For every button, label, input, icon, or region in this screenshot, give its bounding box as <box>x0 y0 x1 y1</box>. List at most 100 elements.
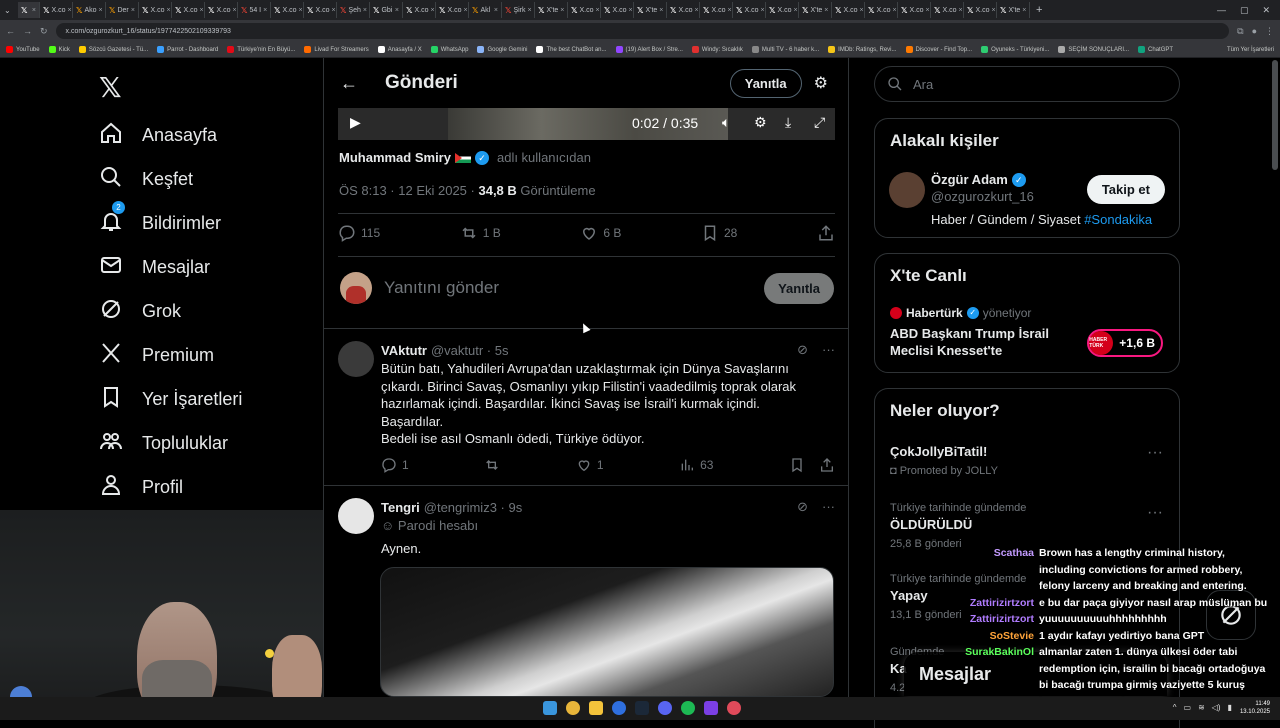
nav-item-grok[interactable]: Grok <box>99 297 181 326</box>
browser-tab[interactable]: 𝕏 X.co × <box>205 2 238 18</box>
minimize-icon[interactable]: — <box>1217 5 1226 16</box>
chevron-up-icon[interactable]: ^ <box>1173 703 1177 712</box>
close-tab-icon[interactable]: × <box>1022 7 1026 14</box>
settings-sliders-icon[interactable]: ⚙ <box>814 73 828 93</box>
bookmark-item[interactable]: Oyuneks - Türkiyeni... <box>981 46 1049 53</box>
wifi-icon[interactable]: ≋ <box>1198 703 1205 712</box>
browser-tab[interactable]: 𝕏 X'te × <box>634 2 667 18</box>
browser-tab[interactable]: 𝕏 X'te × <box>535 2 568 18</box>
browser-tab[interactable]: 𝕏 X.co × <box>865 2 898 18</box>
more-icon[interactable]: ··· <box>1147 504 1163 522</box>
browser-tab[interactable]: 𝕏 Akl × <box>469 2 502 18</box>
browser-tab[interactable]: 𝕏 X.co × <box>139 2 172 18</box>
close-tab-icon[interactable]: × <box>958 7 962 14</box>
author-handle[interactable]: @vaktutr · 5s <box>431 343 509 358</box>
tweet-media[interactable] <box>380 567 834 697</box>
forward-nav-icon[interactable]: → <box>23 26 32 36</box>
close-tab-icon[interactable]: × <box>166 7 170 14</box>
more-icon[interactable]: ··· <box>822 342 835 358</box>
browser-tab[interactable]: 𝕏 Gbi × <box>370 2 403 18</box>
bookmark-item[interactable]: Google Gemini <box>477 46 527 53</box>
more-icon[interactable]: ··· <box>822 499 835 515</box>
close-tab-icon[interactable]: × <box>528 7 532 14</box>
like-action[interactable]: 1 <box>576 457 604 473</box>
bookmark-item[interactable]: Parrot - Dashboard <box>157 46 218 53</box>
browser-tab[interactable]: 𝕏 X.co × <box>931 2 964 18</box>
repost-action[interactable]: 1 B <box>460 224 501 242</box>
bookmark-item[interactable]: The best ChatBot an... <box>536 46 607 53</box>
close-tab-icon[interactable]: × <box>694 7 698 14</box>
share-icon[interactable] <box>819 457 835 473</box>
close-tab-icon[interactable]: × <box>824 7 828 14</box>
windows-start-icon[interactable] <box>543 701 557 715</box>
author-name[interactable]: VAktutr <box>381 343 427 358</box>
hashtag-link[interactable]: #Sondakika <box>1084 212 1152 227</box>
fullscreen-icon[interactable]: ⤢ <box>814 114 825 131</box>
reply-action[interactable]: 115 <box>338 224 380 242</box>
live-host[interactable]: Habertürk ✓ yönetiyor <box>890 306 1031 320</box>
browser-tab[interactable]: 𝕏 X.co × <box>271 2 304 18</box>
nav-item-bookmark[interactable]: Yer İşaretleri <box>99 385 242 414</box>
bookmark-item[interactable]: Windy: Sıcaklık <box>691 46 743 53</box>
obs-icon[interactable] <box>704 701 718 715</box>
grok-icon[interactable]: ⊘ <box>797 499 808 515</box>
bookmark-item[interactable]: WhatsApp <box>430 46 468 53</box>
video-player[interactable]: ▶ 0:02 / 0:35 🔈︎ ⚙ ⤓ ⤢ <box>338 108 835 140</box>
extensions-icon[interactable]: ⧉ <box>1237 26 1243 37</box>
network-icon[interactable]: ▭ <box>1184 703 1192 712</box>
reply-tweet[interactable]: Tengri @tengrimiz3 · 9s ⊘ ··· ☺ Parodi he… <box>338 498 835 568</box>
all-bookmarks-button[interactable]: Tüm Yer İşaretleri <box>1227 47 1274 53</box>
maximize-icon[interactable]: ▢ <box>1240 5 1249 16</box>
spotify-icon[interactable] <box>681 701 695 715</box>
browser-tab[interactable]: 𝕏 X.co × <box>667 2 700 18</box>
browser-tab[interactable]: 𝕏 Şirk × <box>502 2 535 18</box>
bookmark-item[interactable]: IMDb: Ratings, Revi... <box>828 46 897 53</box>
menu-icon[interactable]: ⋮ <box>1265 26 1274 37</box>
nav-item-x[interactable]: Premium <box>99 341 214 370</box>
folder-icon[interactable] <box>589 701 603 715</box>
back-nav-icon[interactable]: ← <box>6 26 15 36</box>
nav-item-bell[interactable]: 2 Bildirimler <box>99 201 221 238</box>
post-time[interactable]: ÖS 8:13 · 12 Eki 2025 · <box>339 183 475 198</box>
browser-tab[interactable]: 𝕏 X.co × <box>766 2 799 18</box>
bookmark-action[interactable]: 28 <box>701 224 737 242</box>
reply-input[interactable]: Yanıtını gönder <box>384 278 499 298</box>
close-tab-icon[interactable]: × <box>560 7 564 14</box>
bookmark-item[interactable]: Anasayfa / X <box>377 46 422 53</box>
close-tab-icon[interactable]: × <box>760 7 764 14</box>
avatar[interactable] <box>338 498 374 534</box>
bookmark-item[interactable]: Kick <box>48 46 70 53</box>
close-tab-icon[interactable]: × <box>494 7 498 14</box>
browser-tab[interactable]: 𝕏 Şeh × <box>337 2 370 18</box>
close-tab-icon[interactable]: × <box>298 7 302 14</box>
close-tab-icon[interactable]: × <box>395 7 399 14</box>
app-icon[interactable] <box>727 701 741 715</box>
close-tab-icon[interactable]: × <box>199 7 203 14</box>
browser-tab[interactable]: 𝕏 Der × <box>106 2 139 18</box>
discord-icon[interactable] <box>658 701 672 715</box>
nav-item-search[interactable]: Keşfet <box>99 165 193 194</box>
reload-icon[interactable]: ↻ <box>40 26 48 37</box>
bookmark-item[interactable]: SEÇİM SONUÇLARI... <box>1058 46 1129 53</box>
browser-tab[interactable]: 𝕏 X.co × <box>436 2 469 18</box>
browser-tab[interactable]: 𝕏 X.co × <box>172 2 205 18</box>
gear-icon[interactable]: ⚙ <box>754 114 767 131</box>
author-handle[interactable]: @tengrimiz3 · 9s <box>424 500 522 515</box>
nav-item-mail[interactable]: Mesajlar <box>99 253 210 282</box>
browser-tab[interactable]: 𝕏 × <box>18 2 40 18</box>
new-tab-button[interactable]: + <box>1036 4 1042 16</box>
volume-icon[interactable]: ◁) <box>1212 703 1221 712</box>
close-tab-icon[interactable]: × <box>659 7 663 14</box>
tab-list-icon[interactable]: ⌄ <box>4 6 18 15</box>
close-tab-icon[interactable]: × <box>925 7 929 14</box>
reply-action[interactable]: 1 <box>381 457 409 473</box>
close-tab-icon[interactable]: × <box>793 7 797 14</box>
browser-tab[interactable]: 𝕏 X'te × <box>997 2 1030 18</box>
browser-tab[interactable]: 𝕏 X.co × <box>964 2 997 18</box>
browser-tab[interactable]: 𝕏 X.co × <box>832 2 865 18</box>
volume-icon[interactable]: 🔈︎ <box>722 114 730 131</box>
close-tab-icon[interactable]: × <box>595 7 599 14</box>
close-tab-icon[interactable]: × <box>331 7 335 14</box>
browser-tab[interactable]: 𝕏 X.co × <box>700 2 733 18</box>
close-window-icon[interactable]: ✕ <box>1262 5 1270 16</box>
